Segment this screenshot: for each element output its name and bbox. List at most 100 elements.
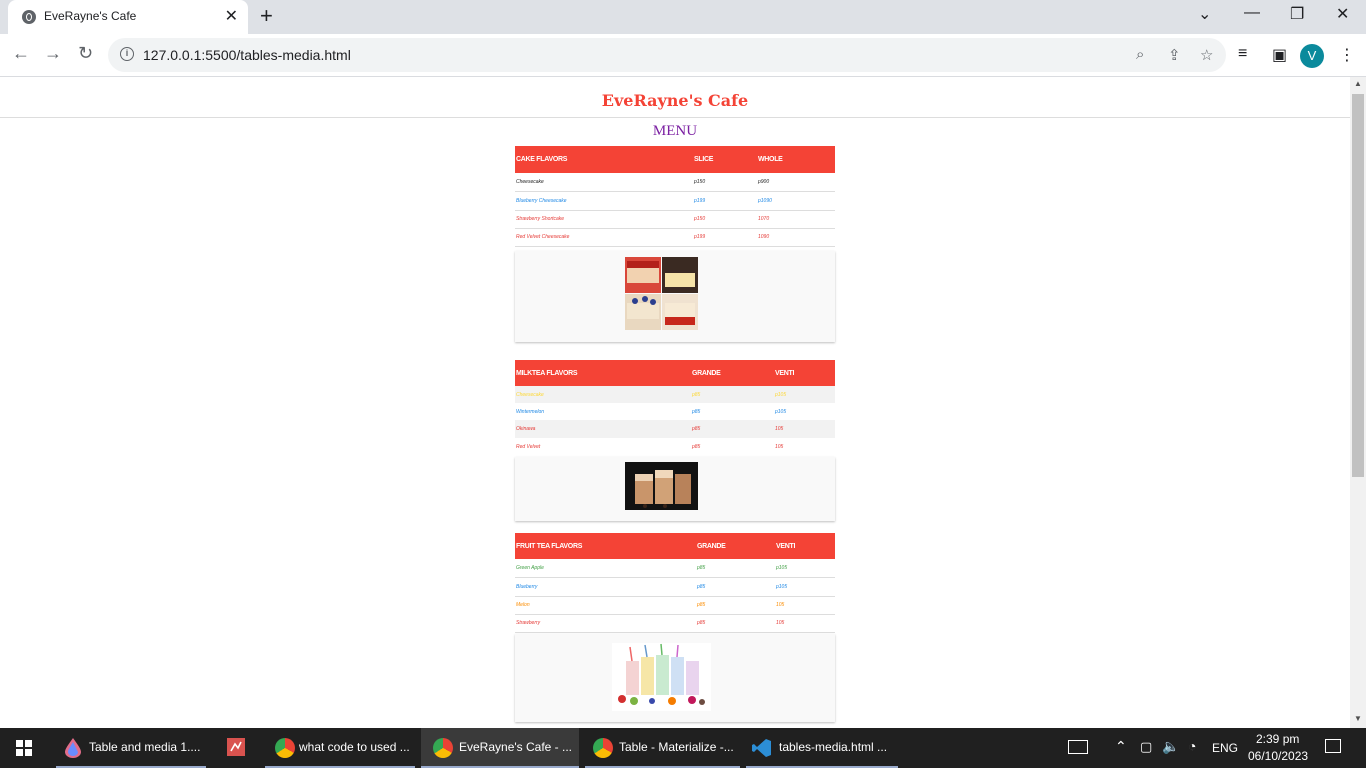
chrome-icon xyxy=(275,738,295,758)
table-row: Cheesecake p150 p900 xyxy=(515,173,835,192)
page-scrollbar[interactable]: ▲ ▼ xyxy=(1350,77,1366,728)
flavor-cell: Blueberry xyxy=(515,577,696,597)
column-header: MILKTEA FLAVORS xyxy=(515,360,691,386)
fruittea-table: FRUIT TEA FLAVORS GRANDE VENTI Green App… xyxy=(515,533,835,633)
show-hidden-icons-chevron[interactable]: ⌃ xyxy=(1115,738,1127,755)
share-icon[interactable]: ⇪ xyxy=(1168,46,1181,64)
scroll-up-arrow-icon[interactable]: ▲ xyxy=(1354,79,1362,88)
table-row: Strawberry Shortcake p150 1070 xyxy=(515,210,835,229)
bookmark-star-icon[interactable]: ☆ xyxy=(1200,46,1213,64)
flavor-cell: Cheesecake xyxy=(515,173,693,192)
forward-arrow-icon[interactable]: → xyxy=(44,43,62,64)
wifi-icon[interactable]: ◔ xyxy=(1188,738,1196,754)
price-cell: p85 xyxy=(692,443,701,450)
page-viewport: EveRayne's Cafe MENU CAKE FLAVORS SLICE … xyxy=(0,77,1350,728)
flavor-cell: Okinawa xyxy=(515,420,691,438)
price-cell: p199 xyxy=(693,191,757,211)
price-cell: 105 xyxy=(775,614,835,633)
fruittea-image xyxy=(612,642,711,711)
price-cell: p85 xyxy=(691,386,774,403)
back-arrow-icon[interactable]: ← xyxy=(12,43,30,64)
table-row: Red Velvet p85 105 xyxy=(515,438,835,455)
side-panel-icon[interactable]: ▣ xyxy=(1272,45,1287,65)
site-title: EveRayne's Cafe xyxy=(601,91,749,110)
restore-icon[interactable]: ❐ xyxy=(1290,4,1304,24)
address-url[interactable]: 127.0.0.1:5500/tables-media.html xyxy=(143,47,351,63)
cake-table: CAKE FLAVORS SLICE WHOLE Cheesecake p150… xyxy=(515,146,835,247)
zoom-icon[interactable]: ⌕ xyxy=(1136,46,1144,63)
menu-title: MENU xyxy=(652,123,698,139)
fruittea-section: FRUIT TEA FLAVORS GRANDE VENTI Green App… xyxy=(515,533,835,722)
taskbar-item-chrome-3[interactable]: Table - Materialize -... xyxy=(585,728,740,768)
notifications-icon[interactable] xyxy=(1325,739,1341,753)
taskbar-item-label: EveRayne's Cafe - ... xyxy=(459,740,573,754)
flavor-cell: Green Apple xyxy=(515,559,696,578)
column-header: GRANDE xyxy=(691,360,774,386)
more-menu-icon[interactable]: ⋮ xyxy=(1339,45,1355,65)
tab-search-chevron-icon[interactable]: ⌄ xyxy=(1198,4,1211,24)
price-cell: 105 xyxy=(774,420,835,438)
price-cell: 105 xyxy=(775,443,784,450)
cake-media-card xyxy=(515,250,835,342)
taskbar-item-chrome-2-active[interactable]: EveRayne's Cafe - ... xyxy=(421,728,579,768)
price-cell: 1070 xyxy=(757,210,835,229)
price-cell: p1090 xyxy=(757,191,835,211)
minimize-icon[interactable]: — xyxy=(1244,4,1260,22)
flavor-cell: Blueberry Cheesecake xyxy=(515,191,693,211)
taskbar-item-vscode[interactable]: tables-media.html ... xyxy=(746,728,898,768)
milktea-media-card xyxy=(515,457,835,521)
profile-avatar[interactable]: V xyxy=(1300,44,1324,68)
new-tab-plus-icon[interactable]: + xyxy=(260,3,273,29)
browser-tab-active[interactable]: EveRayne's Cafe ✕ xyxy=(8,0,248,34)
news-widget-icon[interactable] xyxy=(1068,740,1088,754)
flavor-cell: Strawberry xyxy=(515,614,696,633)
price-cell: p105 xyxy=(775,577,835,597)
price-cell: p85 xyxy=(696,596,775,615)
scrollbar-thumb[interactable] xyxy=(1352,94,1364,477)
drop-icon xyxy=(65,738,81,758)
scroll-down-arrow-icon[interactable]: ▼ xyxy=(1354,714,1362,723)
price-cell: p85 xyxy=(696,614,775,633)
price-cell: p199 xyxy=(693,228,757,247)
column-header: VENTI xyxy=(775,533,835,559)
taskbar-item-label: what code to used ... xyxy=(299,740,410,754)
taskbar-item-chrome-1[interactable]: what code to used ... xyxy=(265,728,415,768)
volume-icon[interactable]: 🔈 xyxy=(1162,738,1179,755)
table-row: Melon p85 105 xyxy=(515,596,835,615)
window-close-icon[interactable]: ✕ xyxy=(1336,4,1349,24)
chrome-icon xyxy=(593,738,613,758)
taskbar-item-drive[interactable]: Table and media 1.... xyxy=(56,728,206,768)
clock-date[interactable]: 06/10/2023 xyxy=(1248,749,1308,763)
price-cell: p150 xyxy=(693,210,757,229)
table-row: Green Apple p85 p105 xyxy=(515,559,835,578)
tab-title: EveRayne's Cafe xyxy=(44,9,137,23)
clock-time[interactable]: 2:39 pm xyxy=(1256,732,1299,746)
table-row: Cheesecake p85 p105 xyxy=(515,386,835,403)
price-cell: 1090 xyxy=(757,228,835,247)
address-bar[interactable]: i 127.0.0.1:5500/tables-media.html ⌕ ⇪ ☆ xyxy=(108,38,1226,72)
table-row: Blueberry p85 p105 xyxy=(515,577,835,597)
windows-start-icon[interactable] xyxy=(16,740,32,756)
media-controls-icon[interactable]: ≡ xyxy=(1238,45,1247,63)
close-tab-icon[interactable]: ✕ xyxy=(225,6,238,26)
price-cell: 105 xyxy=(775,596,835,615)
app-icon xyxy=(227,738,245,756)
taskbar-item-label: Table and media 1.... xyxy=(89,740,201,754)
site-info-icon[interactable]: i xyxy=(120,47,134,61)
browser-tab-strip: EveRayne's Cafe ✕ + ⌄ — ❐ ✕ xyxy=(0,0,1366,34)
milktea-table: MILKTEA FLAVORS GRANDE VENTI Cheesecake … xyxy=(515,360,835,455)
milktea-section: MILKTEA FLAVORS GRANDE VENTI Cheesecake … xyxy=(515,360,835,521)
flavor-cell: Wintermelon xyxy=(516,408,545,415)
column-header: FRUIT TEA FLAVORS xyxy=(515,533,696,559)
taskbar-item-app[interactable] xyxy=(217,728,257,768)
price-cell: p85 xyxy=(696,577,775,597)
language-indicator[interactable]: ENG xyxy=(1212,741,1238,755)
table-row: Wintermelon p85 p105 xyxy=(515,403,835,420)
fruittea-media-card xyxy=(515,633,835,722)
column-header: VENTI xyxy=(774,360,835,386)
price-cell: p85 xyxy=(692,408,701,415)
reload-icon[interactable]: ↻ xyxy=(78,43,93,64)
meet-now-icon[interactable]: ▢ xyxy=(1140,739,1152,755)
column-header: WHOLE xyxy=(757,146,835,173)
flavor-cell: Cheesecake xyxy=(515,386,691,403)
